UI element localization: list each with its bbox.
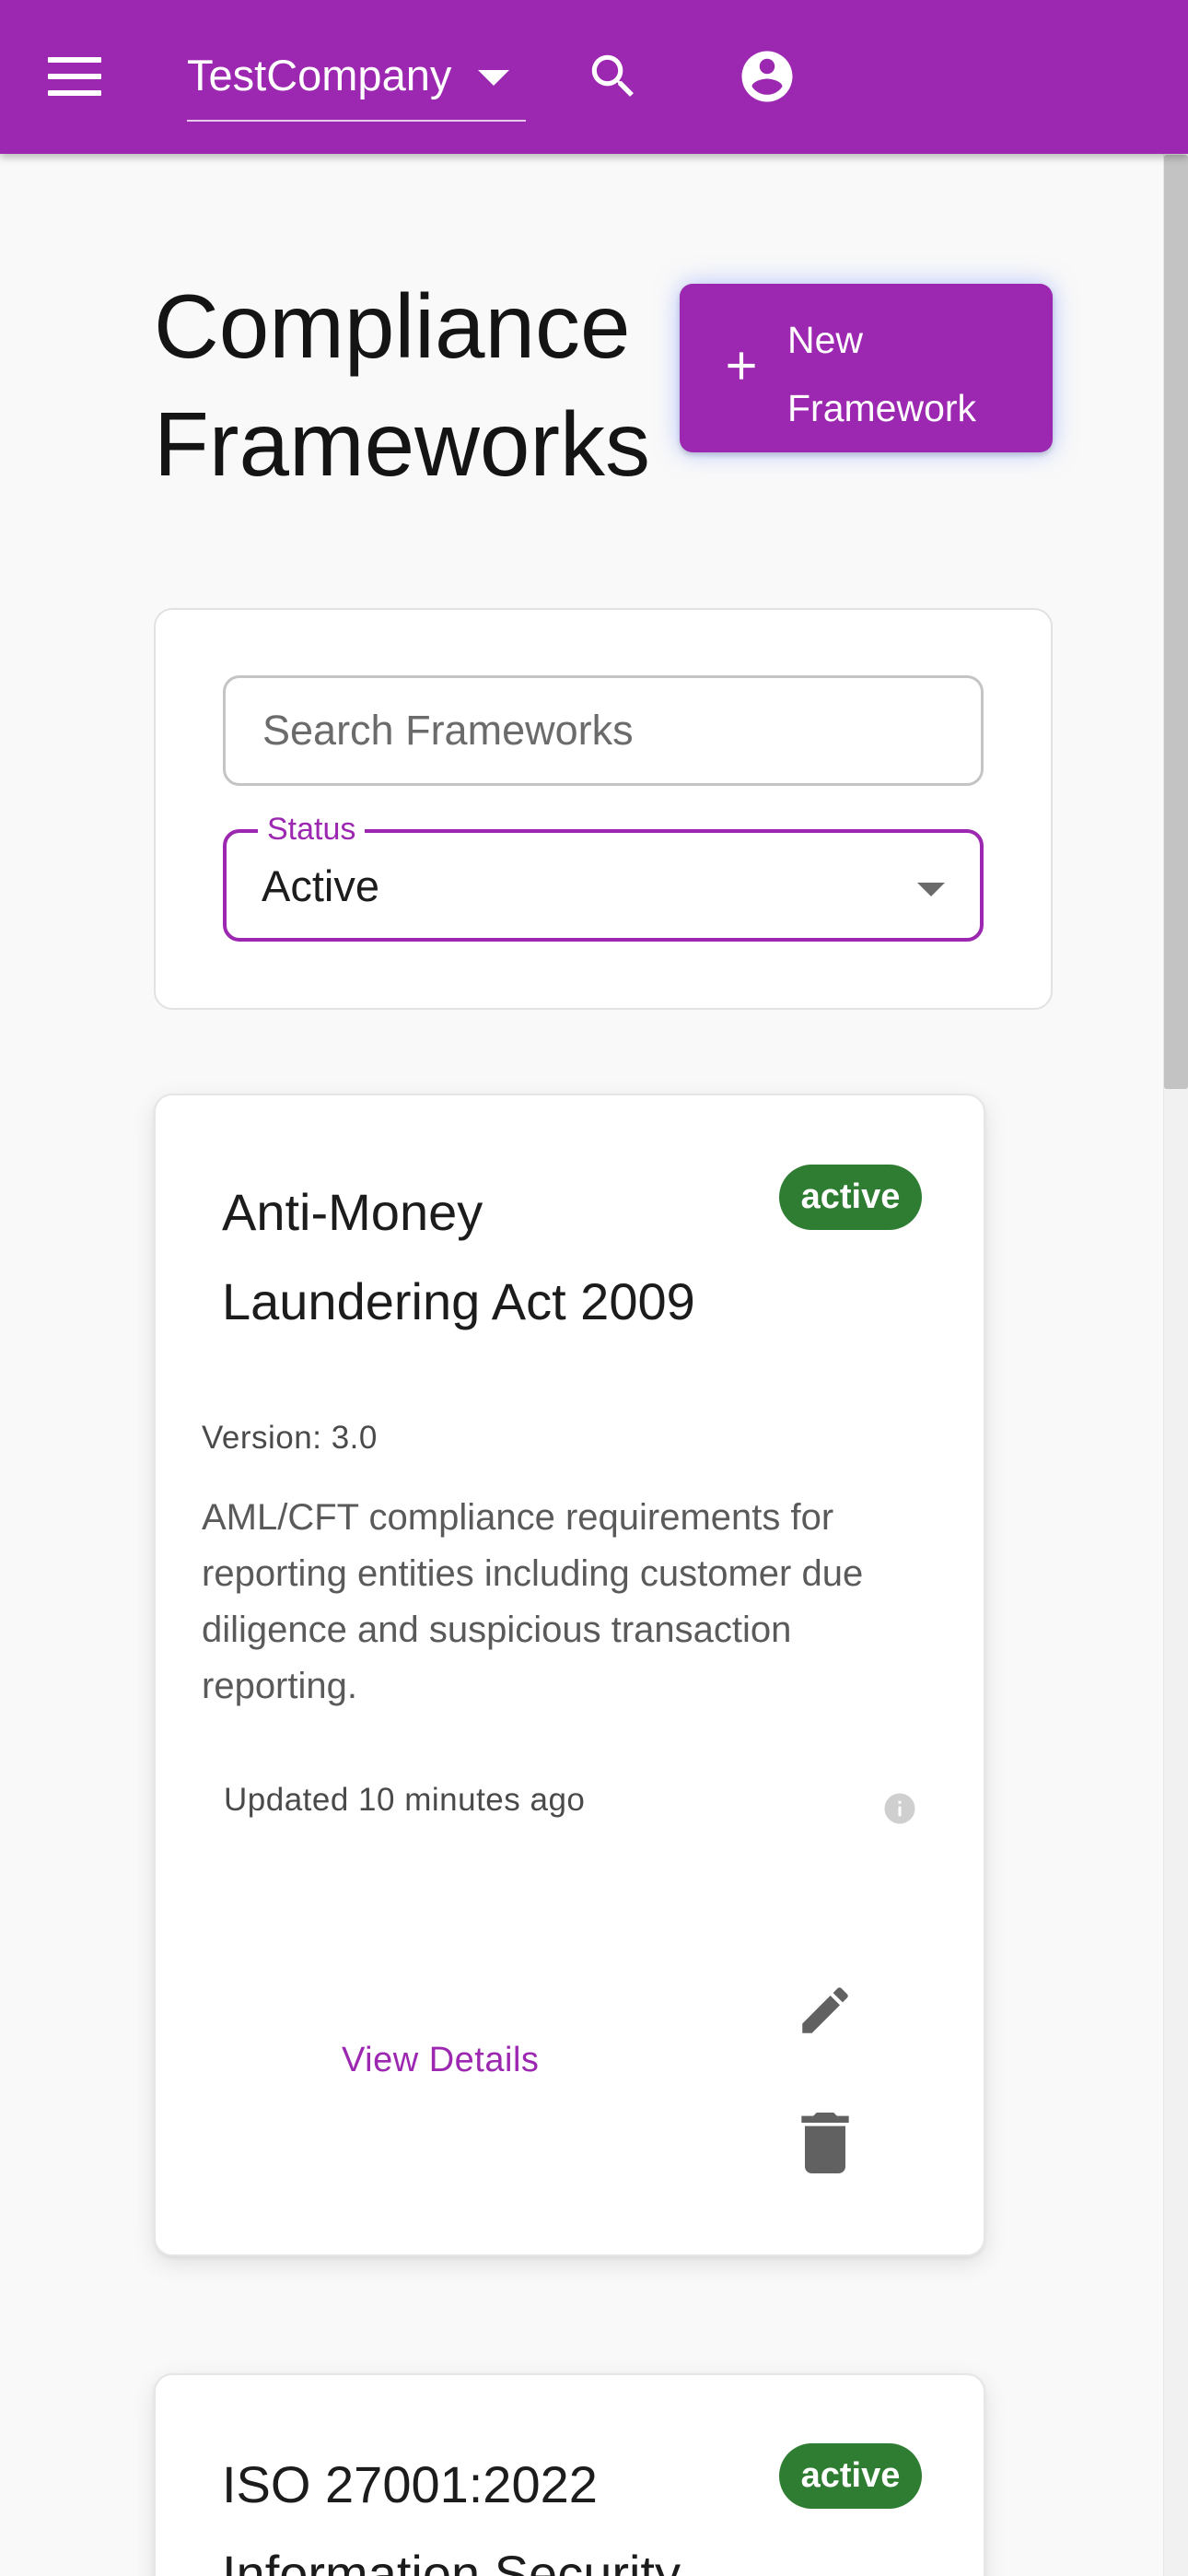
account-button[interactable]: [737, 46, 798, 107]
arrow-drop-down-icon: [917, 883, 945, 896]
framework-card: ISO 27001:2022 Information Security acti…: [154, 2373, 985, 2576]
info-icon[interactable]: [883, 1792, 916, 1825]
framework-updated: Updated 10 minutes ago: [224, 1782, 586, 1818]
account-circle-icon: [741, 51, 793, 102]
hamburger-menu-icon: [48, 57, 101, 63]
app-bar: TestCompany: [0, 0, 1188, 154]
search-frameworks-input[interactable]: [223, 675, 984, 786]
company-selector[interactable]: TestCompany: [187, 46, 526, 123]
status-select[interactable]: Status Active: [223, 811, 984, 942]
menu-button[interactable]: [48, 55, 101, 98]
status-label: Status: [258, 811, 366, 848]
pencil-icon: [802, 1987, 848, 2033]
chevron-down-icon: [478, 70, 509, 86]
company-name: TestCompany: [187, 51, 452, 100]
search-icon: [591, 54, 634, 97]
new-framework-label: New Framework: [787, 319, 977, 429]
framework-card: Anti-Money Laundering Act 2009 active Ve…: [154, 1094, 985, 2256]
scrollbar-thumb[interactable]: [1164, 155, 1188, 1089]
framework-title: Anti-Money Laundering Act 2009: [222, 1183, 695, 1330]
company-selector-underline: [187, 120, 526, 122]
filter-card: [154, 608, 1053, 1010]
edit-button[interactable]: [795, 1980, 856, 2041]
status-badge: active: [779, 2443, 922, 2509]
framework-version: Version: 3.0: [202, 1420, 378, 1456]
framework-title: ISO 27001:2022 Information Security: [222, 2455, 681, 2576]
app-page: TestCompany Compliance Frameworks New Fr…: [0, 0, 1188, 2576]
status-badge: active: [779, 1165, 922, 1230]
status-value: Active: [262, 861, 379, 910]
new-framework-button[interactable]: New Framework: [680, 284, 1053, 452]
view-details-link[interactable]: View Details: [342, 2041, 539, 2080]
plus-icon: [728, 352, 755, 380]
framework-description: AML/CFT compliance requirements for repo…: [202, 1497, 864, 1706]
search-button[interactable]: [585, 48, 642, 105]
trash-icon: [801, 2113, 849, 2173]
page-title: Compliance Frameworks: [154, 275, 651, 495]
delete-button[interactable]: [798, 2113, 852, 2173]
